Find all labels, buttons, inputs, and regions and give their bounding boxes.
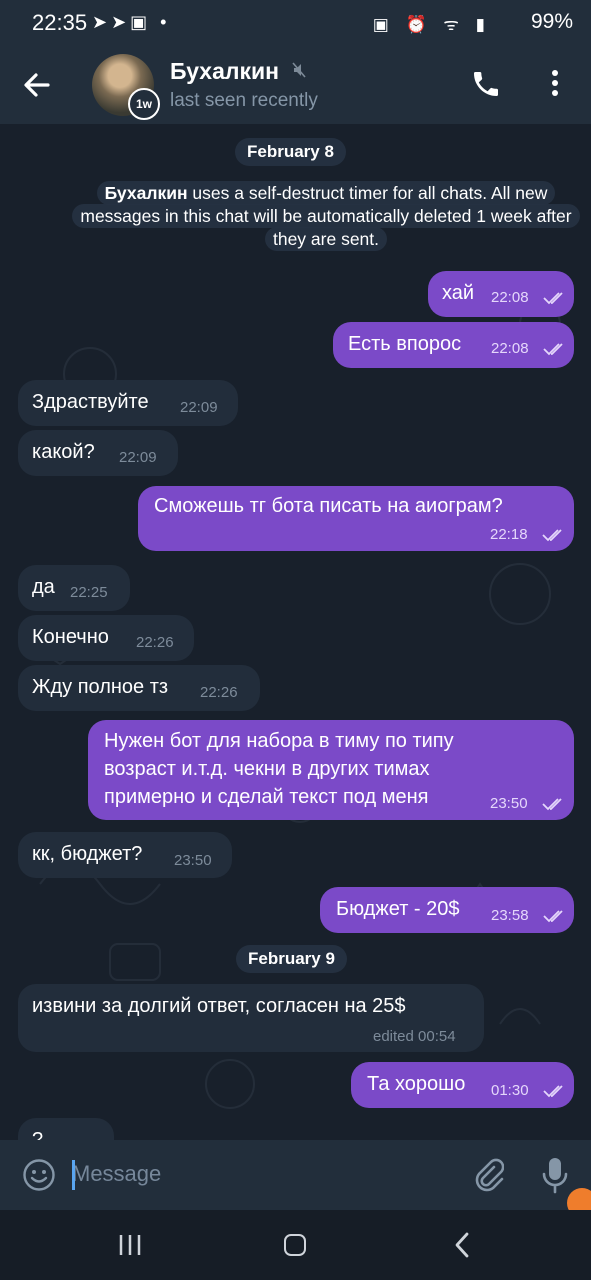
- status-time: 22:35: [32, 10, 88, 35]
- message-input[interactable]: [72, 1152, 452, 1196]
- message-text: какой?: [32, 441, 95, 463]
- message-list[interactable]: February 8 Бухалкин uses a self-destruct…: [0, 124, 591, 1140]
- message-text: хай: [442, 282, 475, 304]
- message-time: 22:08: [491, 340, 529, 357]
- muted-icon: [292, 62, 306, 82]
- outgoing-message[interactable]: Есть впорос 22:08: [333, 322, 574, 368]
- message-time: 22:26: [200, 684, 238, 701]
- incoming-message[interactable]: ?: [18, 1118, 114, 1140]
- incoming-message[interactable]: Конечно 22:26: [18, 615, 194, 661]
- status-bar: 22:35 ➤➤▣ • ▣ ⏰ ᯤ ▮ 99%: [0, 0, 591, 48]
- message-text: Жду полное тз: [32, 676, 169, 698]
- message-time: 22:08: [491, 289, 529, 306]
- incoming-message[interactable]: извини за долгий ответ, согласен на 25$ …: [18, 984, 484, 1052]
- outgoing-message[interactable]: Нужен бот для набора в тиму по типу возр…: [88, 720, 574, 820]
- double-check-icon: [543, 292, 563, 305]
- message-time: 22:09: [180, 399, 218, 416]
- outgoing-message[interactable]: хай 22:08: [428, 271, 574, 317]
- incoming-message[interactable]: какой? 22:09: [18, 430, 178, 476]
- nav-back-icon[interactable]: [452, 1232, 472, 1258]
- message-text: ?: [32, 1129, 44, 1140]
- message-text: Есть впорос: [348, 333, 462, 355]
- message-composer: [0, 1140, 591, 1218]
- recent-apps-icon[interactable]: [118, 1234, 142, 1256]
- message-edited-time: edited 00:54: [373, 1028, 456, 1045]
- outgoing-message[interactable]: Та хорошо 01:30: [351, 1062, 574, 1108]
- message-line: возраст и.т.д. чекни в других тимах: [104, 758, 430, 780]
- incoming-message[interactable]: Здраствуйте 22:09: [18, 380, 238, 426]
- double-check-icon: [543, 343, 563, 356]
- double-check-icon: [543, 910, 563, 923]
- message-text: Конечно: [32, 626, 109, 648]
- battery-level: 99%: [530, 10, 573, 33]
- self-destruct-notice: Бухалкин uses a self-destruct timer for …: [70, 181, 582, 251]
- system-navigation-bar: [0, 1210, 591, 1280]
- home-icon[interactable]: [284, 1234, 306, 1256]
- incoming-message[interactable]: кк, бюджет? 23:50: [18, 832, 232, 878]
- message-time: 22:25: [70, 584, 108, 601]
- date-separator: February 9: [236, 945, 347, 973]
- message-text: да: [32, 576, 55, 598]
- message-time: 22:18: [490, 526, 528, 543]
- paperclip-icon[interactable]: [472, 1158, 505, 1192]
- message-text: Бюджет - 20$: [336, 898, 460, 920]
- microphone-icon[interactable]: [540, 1156, 570, 1194]
- double-check-icon: [542, 798, 562, 811]
- self-destruct-timer-badge: 1w: [128, 88, 160, 120]
- double-check-icon: [543, 1085, 563, 1098]
- message-line: Нужен бот для набора в тиму по типу: [104, 730, 454, 752]
- message-time: 22:09: [119, 449, 157, 466]
- double-check-icon: [542, 529, 562, 542]
- outgoing-message[interactable]: Бюджет - 20$ 23:58: [320, 887, 574, 933]
- system-icons: ▣ ⏰ ᯤ ▮: [372, 15, 491, 34]
- more-menu-icon[interactable]: [545, 68, 565, 104]
- date-separator: February 8: [235, 138, 346, 166]
- message-text: Та хорошо: [367, 1073, 466, 1095]
- message-time: 23:50: [490, 795, 528, 812]
- phone-icon[interactable]: [470, 68, 506, 104]
- message-text: Здраствуйте: [32, 391, 149, 413]
- message-time: 01:30: [491, 1082, 529, 1099]
- text-cursor: [72, 1160, 75, 1190]
- back-arrow-icon[interactable]: [20, 68, 58, 104]
- incoming-message[interactable]: да 22:25: [18, 565, 130, 611]
- message-time: 22:26: [136, 634, 174, 651]
- message-text: извини за долгий ответ, согласен на 25$: [32, 995, 406, 1017]
- message-time: 23:58: [491, 907, 529, 924]
- last-seen-status: last seen recently: [170, 90, 318, 111]
- message-time: 23:50: [174, 852, 212, 869]
- chat-title[interactable]: Бухалкин: [170, 58, 279, 85]
- service-username: Бухалкин: [104, 183, 188, 203]
- notification-icons: ➤➤▣ •: [92, 12, 171, 32]
- message-line: примерно и сделай текст под меня: [104, 786, 429, 808]
- outgoing-message[interactable]: Сможешь тг бота писать на аиограм? 22:18: [138, 486, 574, 551]
- chat-header: 1w Бухалкин last seen recently: [0, 48, 591, 124]
- incoming-message[interactable]: Жду полное тз 22:26: [18, 665, 260, 711]
- message-text: Сможешь тг бота писать на аиограм?: [154, 495, 503, 517]
- emoji-icon[interactable]: [22, 1158, 56, 1192]
- message-text: кк, бюджет?: [32, 843, 143, 865]
